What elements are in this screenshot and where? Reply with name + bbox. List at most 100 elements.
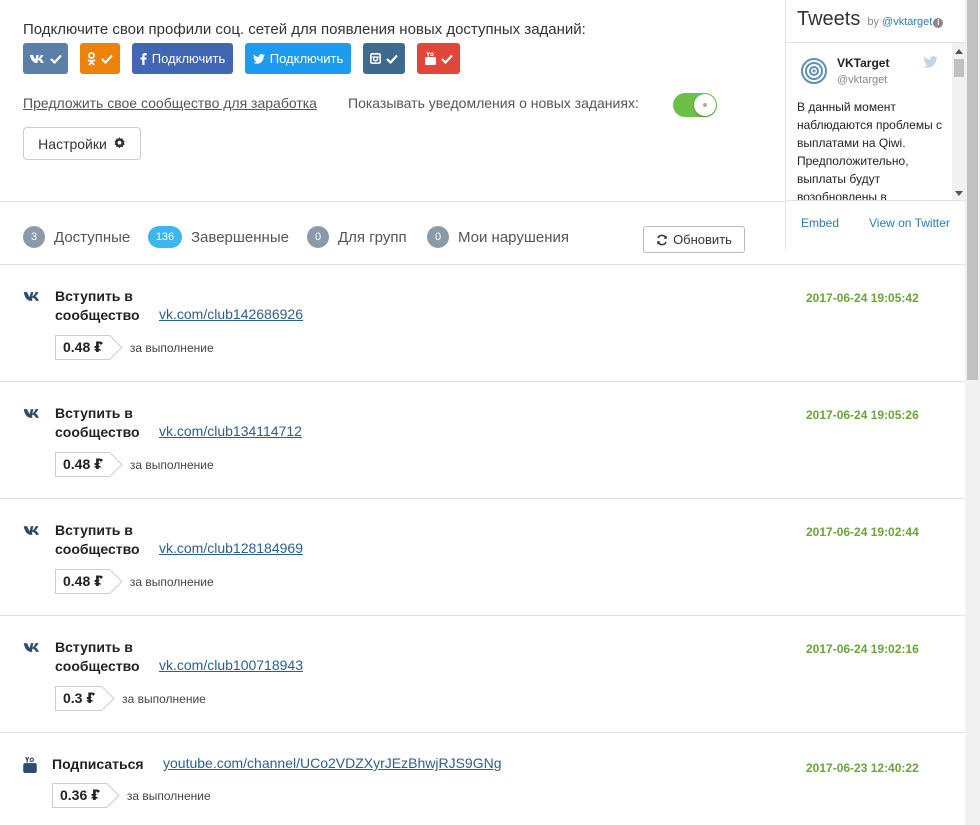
task-row: Вступить в сообщество vk.com/club1281849… <box>0 499 965 616</box>
tab-label: Для групп <box>338 228 407 246</box>
tweet-author-handle[interactable]: @vktarget <box>837 74 887 86</box>
price-note: за выполнение <box>129 574 214 589</box>
twitter-bird-icon[interactable] <box>923 56 938 68</box>
task-link[interactable]: vk.com/club100718943 <box>159 657 303 673</box>
vk-icon <box>23 526 39 535</box>
refresh-button[interactable]: Обновить <box>643 226 745 253</box>
notify-label: Показывать уведомления о новых заданиях: <box>348 95 639 111</box>
tab-available[interactable]: 3 Доступные <box>23 226 130 248</box>
twitter-widget-header: Tweets by @vktarget i <box>797 8 944 31</box>
task-price: 0.3 ₽ за выполнение <box>55 686 206 711</box>
settings-label: Настройки <box>38 135 107 152</box>
tab-count: 0 <box>427 226 449 248</box>
task-date: 2017-06-23 12:40:22 <box>806 761 919 775</box>
twitter-widget-title: Tweets <box>797 8 861 30</box>
scroll-thumb[interactable] <box>954 59 964 77</box>
price-tag: 0.48 ₽ <box>55 335 110 360</box>
twitter-icon <box>252 53 265 64</box>
task-row: Подписаться youtube.com/channel/UCo2VDZX… <box>0 733 965 825</box>
settings-button[interactable]: Настройки <box>23 127 141 160</box>
task-price: 0.48 ₽ за выполнение <box>55 452 214 477</box>
suggest-community-link[interactable]: Предложить свое сообщество для заработка <box>23 95 317 111</box>
task-price: 0.48 ₽ за выполнение <box>55 335 214 360</box>
tab-label: Мои нарушения <box>458 228 570 246</box>
price-note: за выполнение <box>126 788 211 803</box>
task-link[interactable]: youtube.com/channel/UCo2VDZXyrJEzBhwjRJS… <box>163 755 501 771</box>
task-date: 2017-06-24 19:05:42 <box>806 291 919 305</box>
task-row: Вступить в сообщество vk.com/club1007189… <box>0 616 965 733</box>
check-icon <box>49 54 62 64</box>
tab-label: Завершенные <box>191 228 289 246</box>
youtube-icon <box>23 757 37 773</box>
task-link[interactable]: vk.com/club134114712 <box>159 423 302 439</box>
gear-icon <box>114 137 125 149</box>
task-row: Вступить в сообщество vk.com/club1341147… <box>0 382 965 499</box>
page-scrollbar[interactable] <box>965 0 980 825</box>
task-date: 2017-06-24 19:02:16 <box>806 642 919 656</box>
task-price: 0.36 ₽ за выполнение <box>52 783 211 808</box>
price-note: за выполнение <box>122 691 206 706</box>
youtube-icon <box>424 52 436 65</box>
twitter-by-handle[interactable]: @vktarget <box>882 16 932 28</box>
task-link[interactable]: vk.com/club128184969 <box>159 540 303 556</box>
price-note: за выполнение <box>129 340 214 355</box>
price-tag: 0.3 ₽ <box>55 686 103 711</box>
app-root: Подключите свои профили соц. сетей для п… <box>0 0 980 825</box>
notify-toggle[interactable] <box>673 93 717 117</box>
info-icon[interactable]: i <box>933 18 944 28</box>
task-title: Вступить в сообщество <box>55 639 140 674</box>
tab-my-violations[interactable]: 0 Мои нарушения <box>427 226 569 248</box>
facebook-connect-button[interactable]: Подключить <box>132 43 233 74</box>
tab-completed[interactable]: 136 Завершенные <box>148 226 289 248</box>
toggle-knob <box>694 94 716 116</box>
twitter-connect-button[interactable]: Подключить <box>245 43 351 74</box>
check-icon <box>101 54 113 64</box>
task-date: 2017-06-24 19:02:44 <box>806 525 919 539</box>
twitter-timeline[interactable]: VKTarget @vktarget В данный момент наблю… <box>786 42 966 201</box>
ok-connect-button[interactable] <box>80 43 120 74</box>
odnoklassniki-icon <box>87 51 96 66</box>
vktarget-avatar[interactable] <box>800 57 828 85</box>
task-title: Вступить в сообщество <box>55 522 140 557</box>
tweet-author-name[interactable]: VKTarget <box>837 56 889 70</box>
twitter-by: by @vktarget i <box>867 16 944 28</box>
twitter-scrollbar[interactable] <box>952 43 966 200</box>
scroll-down-icon[interactable] <box>955 191 963 196</box>
tab-count: 0 <box>307 226 329 248</box>
twitter-by-prefix: by <box>867 16 879 28</box>
task-row: Вступить в сообщество vk.com/club1426869… <box>0 265 965 382</box>
social-buttons: Подключить Подключить <box>23 43 472 74</box>
task-title: Подписаться <box>52 756 144 772</box>
connect-panel: Подключите свои профили соц. сетей для п… <box>0 0 785 202</box>
twitter-connect-label: Подключить <box>269 51 344 66</box>
youtube-connect-button[interactable] <box>417 43 460 74</box>
check-icon <box>386 54 398 64</box>
facebook-icon <box>140 52 147 65</box>
connect-title: Подключите свои профили соц. сетей для п… <box>23 21 586 38</box>
vk-connect-button[interactable] <box>23 43 68 74</box>
refresh-icon <box>657 234 667 245</box>
tweet-text: В данный момент наблюдаются проблемы с в… <box>797 100 943 201</box>
task-tabs: 3 Доступные 136 Завершенные 0 Для групп … <box>0 202 965 265</box>
price-tag: 0.36 ₽ <box>52 783 107 808</box>
page-scroll-thumb[interactable] <box>967 0 978 380</box>
vk-icon <box>23 292 39 301</box>
task-title: Вступить в сообщество <box>55 405 140 440</box>
check-icon <box>440 54 453 64</box>
tab-count: 3 <box>23 226 45 248</box>
instagram-connect-button[interactable] <box>363 43 405 74</box>
instagram-icon <box>370 53 381 64</box>
vk-icon <box>29 54 44 63</box>
scroll-up-icon[interactable] <box>955 49 963 54</box>
tab-label: Доступные <box>54 228 131 246</box>
tab-count: 136 <box>148 226 182 248</box>
task-title: Вступить в сообщество <box>55 288 140 323</box>
tab-for-groups[interactable]: 0 Для групп <box>307 226 407 248</box>
refresh-label: Обновить <box>673 232 732 247</box>
price-tag: 0.48 ₽ <box>55 569 110 594</box>
vk-icon <box>23 643 39 652</box>
task-price: 0.48 ₽ за выполнение <box>55 569 214 594</box>
price-note: за выполнение <box>129 457 214 472</box>
task-link[interactable]: vk.com/club142686926 <box>159 306 303 322</box>
task-date: 2017-06-24 19:05:26 <box>806 408 919 422</box>
